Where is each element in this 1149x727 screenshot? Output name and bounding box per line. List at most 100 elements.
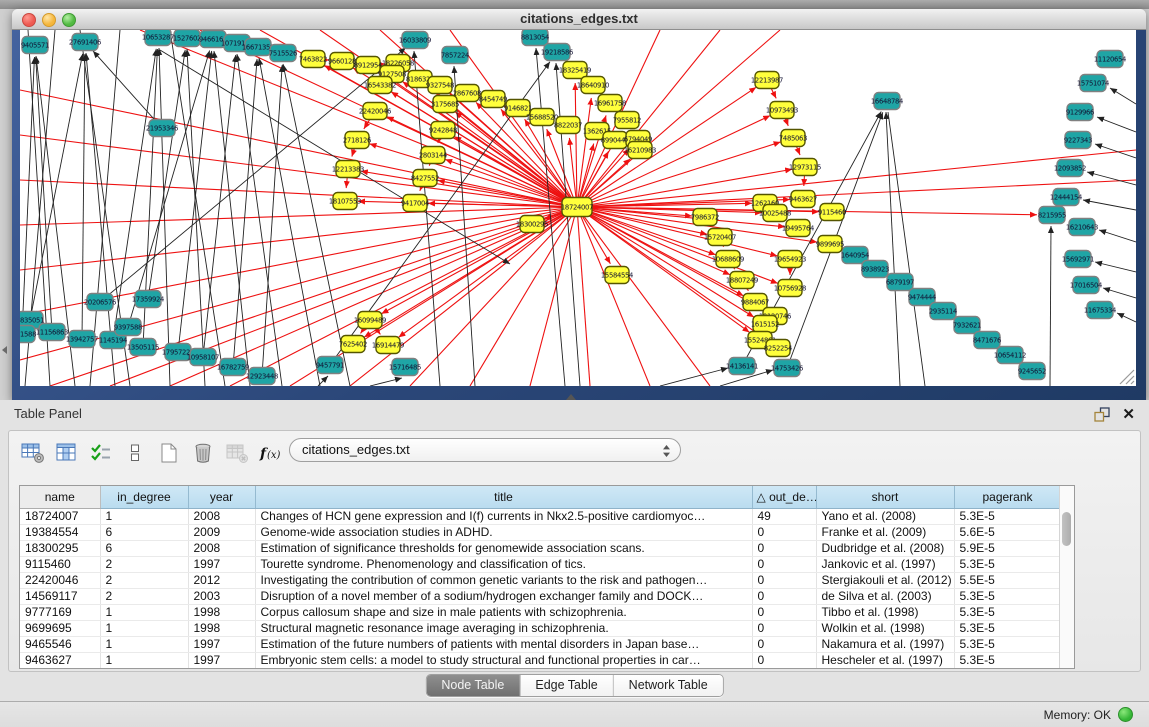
graph-node[interactable]: 10688609	[712, 251, 744, 268]
table-row[interactable]: 911546021997Tourette syndrome. Phenomeno…	[20, 556, 1061, 572]
graph-node[interactable]: 16961758	[594, 95, 626, 112]
table-row[interactable]: 977716911998Corpus callosum shape and si…	[20, 604, 1061, 620]
table-vertical-scrollbar[interactable]	[1059, 486, 1074, 668]
graph-node[interactable]: 8822037	[554, 117, 582, 134]
select-attributes-button[interactable]	[85, 438, 117, 468]
table-row[interactable]: 1872400712008Changes of HCN gene express…	[20, 508, 1061, 524]
close-panel-icon[interactable]: ✕	[1122, 405, 1135, 423]
create-column-button[interactable]	[153, 438, 185, 468]
graph-node[interactable]: 9227343	[1064, 132, 1092, 149]
graph-node[interactable]: 15751074	[1077, 75, 1109, 92]
column-header-in_degree[interactable]: in_degree	[100, 486, 188, 508]
graph-node[interactable]: 16033809	[399, 32, 431, 49]
graph-node[interactable]: 9115460	[818, 204, 846, 221]
graph-node[interactable]: 10973493	[766, 102, 798, 119]
graph-node[interactable]: 9899695	[816, 236, 844, 253]
graph-node[interactable]: 15584554	[601, 267, 633, 284]
collapsed-panel-arrow-icon[interactable]	[2, 346, 7, 354]
table-row[interactable]: 2242004622012Investigating the contribut…	[20, 572, 1061, 588]
window-titlebar[interactable]: citations_edges.txt	[12, 9, 1146, 30]
column-header-short[interactable]: short	[816, 486, 954, 508]
graph-node[interactable]: 11120654	[1094, 51, 1126, 68]
graph-node[interactable]: 9417004	[401, 195, 429, 212]
graph-node[interactable]: 14753426	[771, 360, 803, 377]
graph-node[interactable]: 14136141	[726, 358, 758, 375]
graph-node[interactable]: 8471676	[973, 332, 1001, 349]
column-header-pagerank[interactable]: pagerank	[954, 486, 1061, 508]
graph-node[interactable]: 7463822	[299, 51, 327, 68]
close-window-button[interactable]	[22, 13, 36, 27]
graph-node[interactable]: 18640910	[577, 77, 609, 94]
graph-node[interactable]: 8215955	[1038, 207, 1066, 224]
graph-node[interactable]: 9391588	[20, 326, 36, 343]
column-header-name[interactable]: name	[20, 486, 100, 508]
graph-node[interactable]: 18807249	[726, 272, 758, 289]
graph-node[interactable]: 9327548	[426, 77, 454, 94]
table-row[interactable]: 946362711997Embryonic stem cells: a mode…	[20, 652, 1061, 668]
graph-node[interactable]: 19218586	[541, 44, 573, 61]
graph-node[interactable]: 18724007	[561, 198, 593, 217]
graph-node[interactable]: 27691406	[69, 34, 101, 51]
graph-node[interactable]: 21953346	[146, 120, 178, 137]
graph-node[interactable]: 10654112	[994, 347, 1026, 364]
graph-node[interactable]: 19495764	[782, 220, 814, 237]
graph-node[interactable]: 8938923	[861, 261, 889, 278]
graph-node[interactable]: 16914479	[372, 337, 404, 354]
graph-node[interactable]: 16210983	[624, 142, 656, 159]
graph-node[interactable]: 12093852	[1054, 160, 1086, 177]
graph-node[interactable]: 9397588	[114, 319, 142, 336]
graph-node[interactable]: 12923448	[246, 368, 278, 385]
graph-node[interactable]: 7485063	[779, 130, 807, 147]
graph-node[interactable]: 17016504	[1070, 277, 1102, 294]
graph-node[interactable]: 8813054	[521, 30, 549, 46]
graph-node[interactable]: 13942757	[66, 331, 98, 348]
graph-node[interactable]: 8427552	[411, 170, 439, 187]
graph-node[interactable]: 16782759	[217, 359, 249, 376]
float-panel-icon[interactable]	[1094, 407, 1111, 427]
column-header-title[interactable]: title	[255, 486, 752, 508]
graph-node[interactable]: 10025488	[759, 205, 791, 222]
graph-node[interactable]: 9405571	[21, 37, 49, 54]
graph-node[interactable]: 15692971	[1062, 251, 1094, 268]
graph-node[interactable]: 8252254	[764, 340, 792, 357]
graph-node[interactable]: 13505115	[127, 339, 159, 356]
tab-network-table[interactable]: Network Table	[614, 675, 723, 696]
table-row[interactable]: 1830029562008Estimation of significance …	[20, 540, 1061, 556]
graph-node[interactable]: 12213987	[751, 72, 783, 89]
table-row[interactable]: 946554611997Estimation of the future num…	[20, 636, 1061, 652]
graph-node[interactable]: 10653287	[142, 30, 174, 46]
graph-node[interactable]: 7955812	[613, 112, 641, 129]
column-header-year[interactable]: year	[188, 486, 255, 508]
minimize-window-button[interactable]	[42, 13, 56, 27]
graph-node[interactable]: 7986372	[691, 209, 719, 226]
graph-node[interactable]: 19654923	[774, 251, 806, 268]
graph-node[interactable]: 1615152	[751, 316, 779, 333]
graph-node[interactable]: 10756928	[774, 280, 806, 297]
graph-node[interactable]: 18300295	[516, 216, 548, 233]
graph-node[interactable]: 7932621	[953, 317, 981, 334]
graph-node[interactable]: 9660128	[328, 53, 356, 70]
zoom-window-button[interactable]	[62, 13, 76, 27]
table-row[interactable]: 1938455462009Genome-wide association stu…	[20, 524, 1061, 540]
graph-node[interactable]: 2935114	[929, 303, 957, 320]
graph-node[interactable]: 3175685	[431, 96, 459, 113]
graph-node[interactable]: 7625402	[339, 336, 367, 353]
graph-node[interactable]: 9457791	[316, 357, 344, 374]
graph-node[interactable]: 12973115	[789, 159, 821, 176]
resize-grip-icon[interactable]	[1120, 370, 1134, 384]
graph-node[interactable]: 6879197	[886, 274, 914, 291]
tab-edge-table[interactable]: Edge Table	[520, 675, 613, 696]
graph-node[interactable]: 20206576	[84, 294, 116, 311]
tab-node-table[interactable]: Node Table	[426, 675, 520, 696]
graph-node[interactable]: 10958107	[187, 349, 219, 366]
graph-node[interactable]: 11675334	[1084, 302, 1116, 319]
graph-node[interactable]: 16210643	[1066, 219, 1098, 236]
scrollbar-thumb[interactable]	[1062, 512, 1071, 546]
show-columns-button[interactable]	[51, 438, 83, 468]
table-row[interactable]: 969969511998Structural magnetic resonanc…	[20, 620, 1061, 636]
graph-node[interactable]: 9463627	[789, 191, 817, 208]
graph-node[interactable]: 12444154	[1050, 189, 1082, 206]
function-builder-button[interactable]: f(x)	[255, 438, 287, 468]
graph-node[interactable]: 11156863	[36, 324, 68, 341]
graph-node[interactable]: 9242848	[429, 122, 457, 139]
